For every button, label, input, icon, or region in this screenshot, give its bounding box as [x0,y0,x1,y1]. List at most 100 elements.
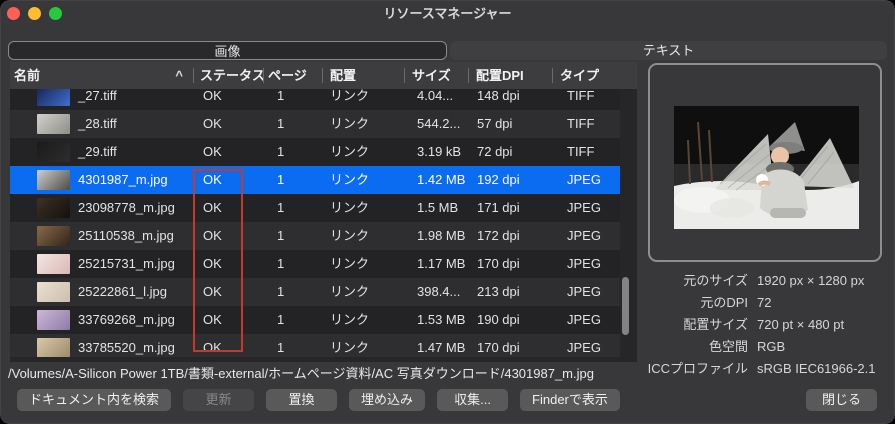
file-name: _28.tiff [78,110,117,138]
table-row[interactable]: 33769268_m.jpg OK 1 リンク 1.53 MB 190 dpi … [10,306,620,334]
cell-page: 1 [263,138,322,166]
footer-buttons: ドキュメント内を検索更新置換埋め込み収集...Finderで表示 [17,389,620,411]
cell-name: _29.tiff [10,138,193,166]
tab-bar: 画像 テキスト [8,41,887,60]
cell-status: OK [193,222,263,250]
cell-name: 33785520_m.jpg [10,334,193,357]
tab-images[interactable]: 画像 [8,41,447,60]
metadata-label: 色空間 [630,336,748,358]
cell-status: OK [193,278,263,306]
metadata-row: 元のサイズ 1920 px × 1280 px [630,270,884,292]
cell-placement: リンク [322,89,404,110]
cell-status: OK [193,194,263,222]
tab-label: テキスト [643,43,695,58]
table-row[interactable]: _28.tiff OK 1 リンク 544.2... 57 dpi TIFF [10,110,620,138]
file-name: 23098778_m.jpg [78,194,175,222]
metadata-row: 色空間 RGB [630,336,884,358]
cell-name: _28.tiff [10,110,193,138]
cell-name: 23098778_m.jpg [10,194,193,222]
cell-page: 1 [263,166,322,194]
tab-text[interactable]: テキスト [450,41,887,60]
file-name: 25215731_m.jpg [78,250,175,278]
cell-name: 25110538_m.jpg [10,222,193,250]
cell-page: 1 [263,110,322,138]
title-bar: リソースマネージャー [0,0,895,28]
cell-type: JPEG [552,334,620,357]
table-row[interactable]: 4301987_m.jpg OK 1 リンク 1.42 MB 192 dpi J… [10,166,620,194]
table-row[interactable]: _29.tiff OK 1 リンク 3.19 kB 72 dpi TIFF [10,138,620,166]
cell-name: 33769268_m.jpg [10,306,193,334]
column-header-label: 配置 [330,68,356,83]
window-title: リソースマネージャー [0,0,895,28]
column-header[interactable]: 名前^ [10,62,193,89]
file-path: /Volumes/A-Silicon Power 1TB/書類-external… [8,364,594,384]
cell-placement: リンク [322,110,404,138]
cell-page: 1 [263,250,322,278]
file-name: _29.tiff [78,138,117,166]
cell-page: 1 [263,89,322,110]
file-thumbnail [37,282,70,302]
footer-button[interactable]: 収集... [437,389,508,411]
cell-name: 25215731_m.jpg [10,250,193,278]
cell-size: 398.4... [404,278,468,306]
column-header[interactable]: 配置DPI [468,62,552,89]
vertical-scrollbar-thumb[interactable] [622,277,629,335]
metadata-value: 1920 px × 1280 px [757,270,864,292]
cell-type: JPEG [552,306,620,334]
cell-placement: リンク [322,222,404,250]
metadata-label: 配置サイズ [630,314,748,336]
file-name: 33769268_m.jpg [78,306,175,334]
file-name: 25110538_m.jpg [78,222,174,250]
cell-dpi: 192 dpi [468,166,552,194]
close-button[interactable]: 閉じる [806,389,877,411]
cell-size: 1.42 MB [404,166,468,194]
table-row[interactable]: _27.tiff OK 1 リンク 4.04... 148 dpi TIFF [10,89,620,110]
cell-dpi: 213 dpi [468,278,552,306]
cell-dpi: 72 dpi [468,138,552,166]
column-header[interactable]: 配置 [322,62,404,89]
column-header[interactable]: タイプ [552,62,620,89]
table-row[interactable]: 25222861_l.jpg OK 1 リンク 398.4... 213 dpi… [10,278,620,306]
metadata-row: 配置サイズ 720 pt × 480 pt [630,314,884,336]
column-header[interactable]: ページ [263,62,322,89]
cell-page: 1 [263,334,322,357]
cell-type: TIFF [552,110,620,138]
footer-button[interactable]: 埋め込み [349,389,425,411]
cell-placement: リンク [322,250,404,278]
table-row[interactable]: 25110538_m.jpg OK 1 リンク 1.98 MB 172 dpi … [10,222,620,250]
cell-type: JPEG [552,250,620,278]
cell-status: OK [193,166,263,194]
cell-page: 1 [263,306,322,334]
metadata-label: 元のサイズ [630,270,748,292]
metadata-value: sRGB IEC61966-2.1 [757,358,876,380]
cell-type: JPEG [552,278,620,306]
footer-button[interactable]: 置換 [266,389,337,411]
cell-size: 1.53 MB [404,306,468,334]
cell-status: OK [193,138,263,166]
cell-size: 1.17 MB [404,250,468,278]
file-thumbnail [37,338,70,357]
file-name: 25222861_l.jpg [78,278,167,306]
cell-status: OK [193,334,263,357]
footer-button[interactable]: Finderで表示 [520,389,620,411]
cell-page: 1 [263,194,322,222]
column-header[interactable]: サイズ [404,62,468,89]
column-header-label: タイプ [560,68,599,83]
column-header[interactable]: ステータス [193,62,263,89]
metadata-label: 元のDPI [630,292,748,314]
cell-status: OK [193,89,263,110]
metadata-value: 72 [757,292,771,314]
file-name: _27.tiff [78,89,117,110]
metadata-value: RGB [757,336,785,358]
file-thumbnail [37,310,70,330]
table-row[interactable]: 23098778_m.jpg OK 1 リンク 1.5 MB 171 dpi J… [10,194,620,222]
cell-dpi: 171 dpi [468,194,552,222]
cell-size: 1.47 MB [404,334,468,357]
cell-type: JPEG [552,222,620,250]
footer-button[interactable]: ドキュメント内を検索 [17,389,171,411]
table-row[interactable]: 33785520_m.jpg OK 1 リンク 1.47 MB 170 dpi … [10,334,620,357]
table-rows: _27.tiff OK 1 リンク 4.04... 148 dpi TIFF _… [10,89,637,357]
table-row[interactable]: 25215731_m.jpg OK 1 リンク 1.17 MB 170 dpi … [10,250,620,278]
file-thumbnail [37,254,70,274]
cell-name: _27.tiff [10,89,193,110]
